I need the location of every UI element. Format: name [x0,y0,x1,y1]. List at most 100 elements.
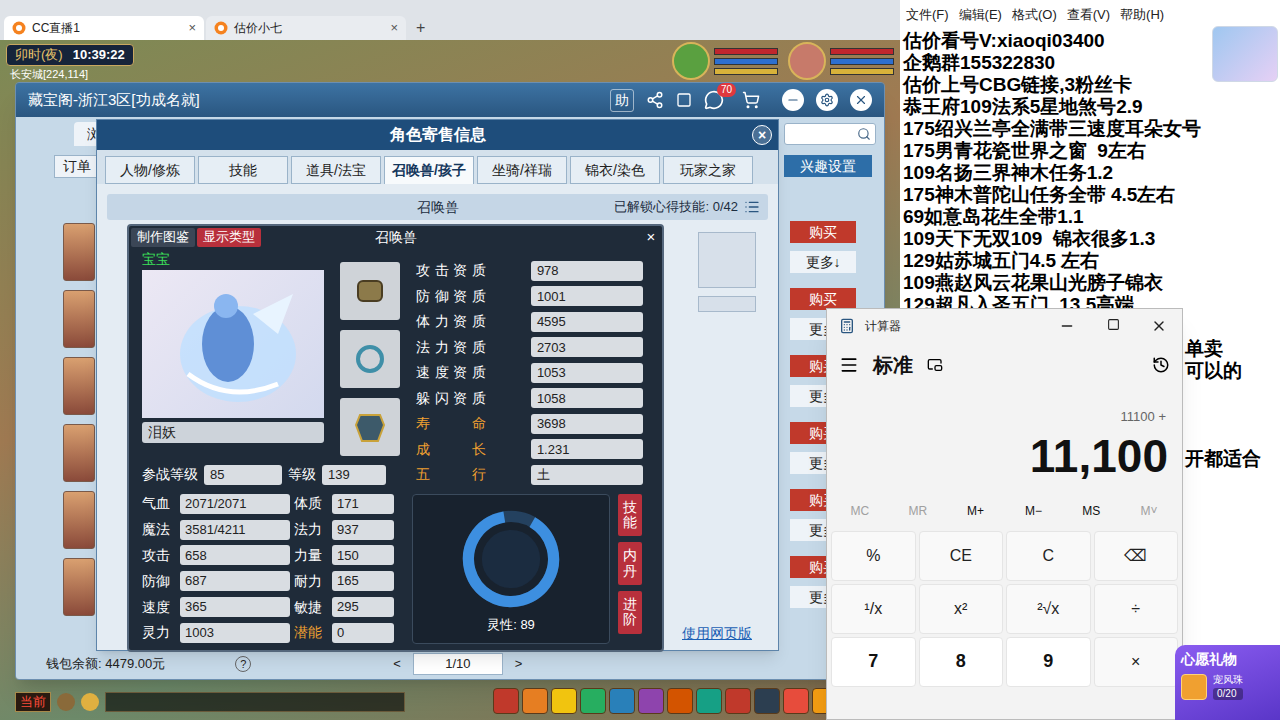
gear-icon [820,93,834,107]
calculator-key[interactable]: C [1006,531,1091,581]
calculator-key[interactable]: CE [919,531,1004,581]
equip-slot[interactable] [340,262,400,320]
side-button[interactable]: 进阶 [618,591,642,634]
panel-tab[interactable]: 玩家之家 [663,156,753,184]
panel-tab[interactable]: 坐骑/祥瑞 [477,156,567,184]
search-field[interactable] [784,123,876,145]
menu-item[interactable]: 编辑(E) [959,5,1002,25]
calculator-key[interactable]: × [1094,637,1179,687]
game-menu-icon[interactable] [522,688,548,714]
level-row: 参战等级85等级139 [142,464,402,485]
maximize-button[interactable] [1090,318,1136,334]
attribute-value: 2071/2071 [180,494,290,514]
web-version-link[interactable]: 使用网页版 [682,623,752,644]
menu-item[interactable]: 文件(F) [906,5,949,25]
hamburger-icon[interactable] [839,355,859,375]
calculator-key[interactable]: % [831,531,916,581]
memory-button[interactable]: M+ [947,502,1005,520]
side-button[interactable]: 技能 [618,494,642,537]
list-icon[interactable] [744,199,760,215]
aptitude-value: 2703 [531,337,643,357]
voice-icon[interactable] [57,693,75,711]
history-icon[interactable] [1152,356,1170,374]
game-menu-icon[interactable] [493,688,519,714]
equip-slot[interactable] [340,330,400,388]
game-menu-icon[interactable] [580,688,606,714]
calculator-key[interactable]: ÷ [1094,584,1179,634]
character-avatar[interactable] [63,357,95,415]
calculator-key[interactable]: ⌫ [1094,531,1179,581]
chat-input[interactable] [105,692,405,712]
character-avatar[interactable] [63,491,95,549]
stop-icon[interactable] [676,92,692,108]
listing-thumb [698,232,756,288]
prev-page-button[interactable]: < [389,654,405,674]
game-menu-icon[interactable] [638,688,664,714]
character-avatar[interactable] [63,223,95,281]
next-page-button[interactable]: > [511,654,527,674]
character-avatar[interactable] [63,558,95,616]
game-menu-icon[interactable] [725,688,751,714]
menu-item[interactable]: 帮助(H) [1120,5,1164,25]
panel-tab[interactable]: 技能 [198,156,288,184]
buy-button[interactable]: 购买 [790,288,856,310]
keep-on-top-icon[interactable] [927,357,943,373]
side-button[interactable]: 内丹 [618,542,642,585]
minimize-button[interactable] [782,89,804,111]
help-button[interactable]: 助 [610,89,634,112]
game-menu-icon[interactable] [696,688,722,714]
equip-slot[interactable] [340,398,400,456]
attribute-value: 687 [180,571,290,591]
game-clock: 卯时(夜)10:39:22 [6,44,134,66]
maximize-icon [1107,318,1120,331]
wallet-help[interactable]: ? [235,656,251,672]
close-button[interactable] [1136,318,1182,334]
character-avatar[interactable] [63,290,95,348]
game-menu-icon[interactable] [609,688,635,714]
character-avatar[interactable] [63,424,95,482]
more-button[interactable]: 更多↓ [790,251,856,273]
panel-tab[interactable]: 召唤兽/孩子 [384,156,474,184]
calculator-display: 11,100 [827,427,1182,487]
browser-tab[interactable]: CC直播1× [4,16,204,40]
panel-tab[interactable]: 道具/法宝 [291,156,381,184]
game-menu-icon[interactable] [667,688,693,714]
minimize-button[interactable] [1044,318,1090,334]
calculator-key[interactable]: ¹/x [831,584,916,634]
popup-close-button[interactable]: × [642,228,660,246]
interest-settings-button[interactable]: 兴趣设置 [784,155,872,177]
header-button[interactable]: 显示类型 [197,228,261,247]
wish-gift-widget[interactable]: 心愿礼物宠风珠0/20 [1175,645,1280,720]
memory-button[interactable]: M− [1004,502,1062,520]
attribute-row: 法力937 [294,519,404,540]
header-button[interactable]: 制作图鉴 [131,228,195,247]
calculator-key[interactable]: ²√x [1006,584,1091,634]
chat-channel[interactable]: 当前 [15,692,51,712]
minimize-icon [1059,318,1075,334]
order-button[interactable]: 订单 [54,155,100,178]
attribute-row: 防御687 [142,571,294,592]
tab-close-button[interactable]: × [390,18,398,38]
cart-icon[interactable] [742,91,760,109]
share-icon[interactable] [646,91,664,109]
buy-button[interactable]: 购买 [790,221,856,243]
tab-close-button[interactable]: × [188,18,196,38]
panel-close-button[interactable]: × [752,125,772,145]
game-menu-icon[interactable] [551,688,577,714]
browser-tab[interactable]: 估价小七× [206,16,406,40]
calculator-key[interactable]: 7 [831,637,916,687]
memory-button[interactable]: MS [1062,502,1120,520]
game-menu-icon[interactable] [754,688,780,714]
calculator-key[interactable]: x² [919,584,1004,634]
panel-tab[interactable]: 人物/修炼 [105,156,195,184]
calculator-key[interactable]: 9 [1006,637,1091,687]
calculator-key[interactable]: 8 [919,637,1004,687]
menu-item[interactable]: 查看(V) [1067,5,1110,25]
new-tab-button[interactable]: + [408,16,433,40]
emoji-icon[interactable] [81,693,99,711]
game-menu-icon[interactable] [783,688,809,714]
menu-item[interactable]: 格式(O) [1012,5,1057,25]
settings-button[interactable] [816,89,838,111]
close-button[interactable] [850,89,872,111]
panel-tab[interactable]: 锦衣/染色 [570,156,660,184]
